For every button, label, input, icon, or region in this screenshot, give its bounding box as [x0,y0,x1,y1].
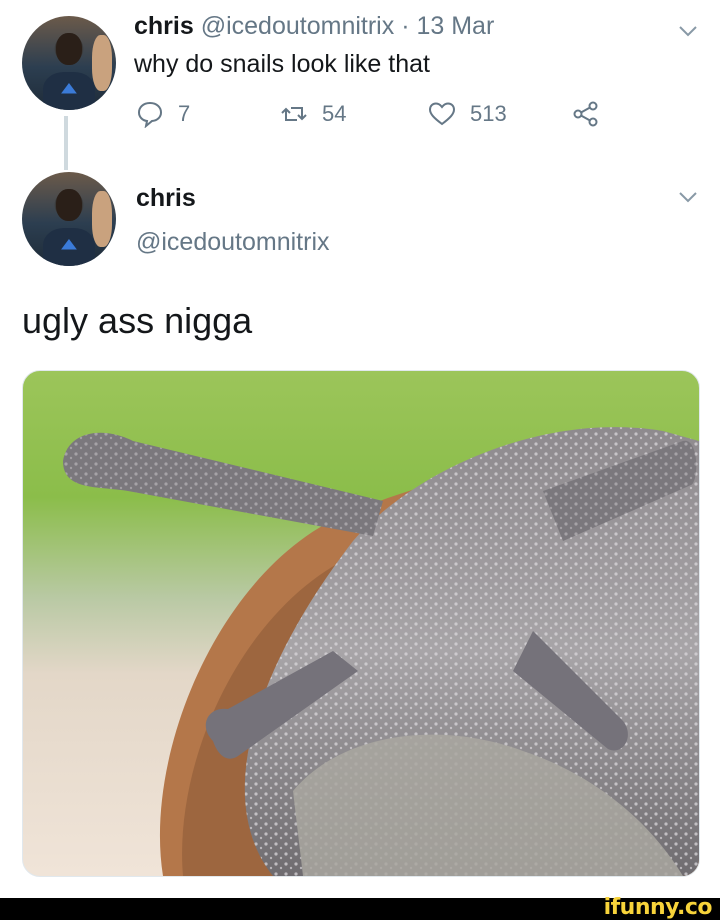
like-button[interactable]: 513 [428,100,507,128]
share-button[interactable] [572,100,600,128]
like-count: 513 [470,101,507,126]
chevron-down-icon[interactable] [678,24,698,44]
avatar-shirt [42,228,96,266]
tweet-photo[interactable] [22,370,700,877]
retweet-button[interactable]: 54 [280,100,346,128]
watermark-bar: ifunny.co [0,895,720,920]
chevron-down-icon[interactable] [678,190,698,210]
avatar[interactable] [22,172,116,266]
retweet-icon [281,107,307,121]
tweet-author-name[interactable]: chris [134,12,194,40]
avatar-face [55,32,83,65]
reply-author-handle[interactable]: @icedoutomnitrix [136,228,330,257]
avatar-background-person [91,34,113,92]
ifunny-logo: ifunny.co [603,895,713,920]
retweet-count: 54 [322,101,347,126]
reply-author-name[interactable]: chris [136,184,196,213]
tweet-header: chris @icedoutomnitrix · 13 Mar [134,12,494,41]
reply-count: 7 [178,101,191,126]
share-icon [573,101,598,127]
avatar-shirt [42,72,96,110]
tweet-text: why do snails look like that [134,50,430,78]
thread-line [64,116,68,170]
avatar-face [55,188,83,221]
speech-bubble-icon [137,101,163,128]
snail-photo [63,427,699,876]
heart-icon [428,102,456,126]
tweet-date[interactable]: 13 Mar [416,12,494,40]
tweet-author-handle[interactable]: @icedoutomnitrix [201,12,395,40]
avatar[interactable] [22,16,116,110]
tweet-separator: · [401,12,410,40]
avatar-background-person [91,190,113,248]
reply-button[interactable]: 7 [136,100,190,128]
reply-text: ugly ass nigga [22,300,253,341]
